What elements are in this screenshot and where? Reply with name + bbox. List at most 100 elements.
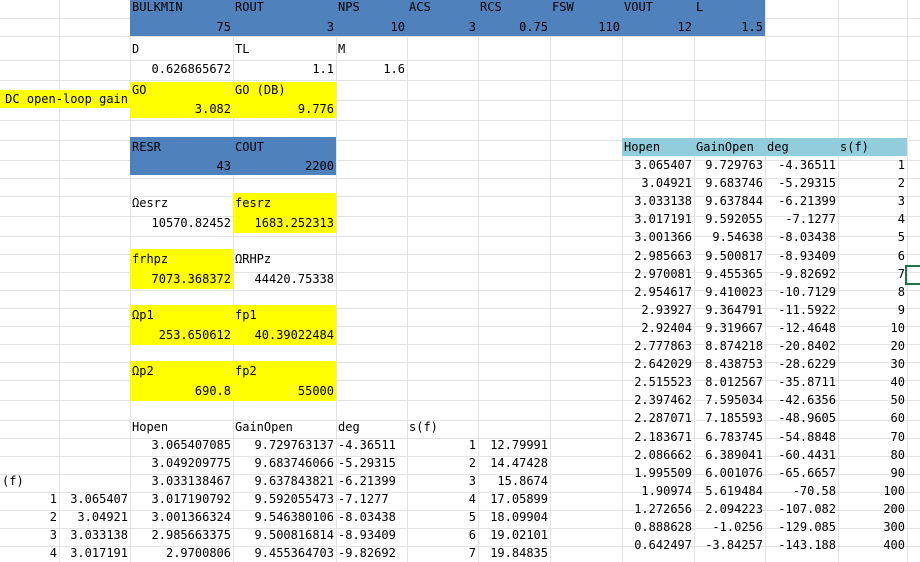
lt-value[interactable]: 3.04921 [59, 508, 130, 526]
lt-index[interactable]: 1 [0, 490, 59, 508]
rt-gainopen[interactable]: -1.0256 [694, 518, 765, 536]
rt-gainopen[interactable]: 9.319667 [694, 319, 765, 337]
rt-hopen[interactable]: 2.970081 [622, 265, 694, 283]
value-omega-esrz[interactable]: 10570.82452 [130, 213, 233, 233]
rt-hopen[interactable]: 2.397462 [622, 391, 694, 409]
rt-s[interactable]: 50 [838, 391, 907, 409]
rt-s[interactable]: 30 [838, 355, 907, 373]
label-go[interactable]: GO [130, 82, 233, 100]
value-frhpz[interactable]: 7073.368372 [130, 269, 233, 289]
rt-gainopen[interactable]: 9.410023 [694, 283, 765, 301]
rt-gainopen[interactable]: 9.592055 [694, 210, 765, 228]
label-tl[interactable]: TL [233, 42, 336, 60]
rt-s[interactable]: 3 [838, 192, 907, 210]
rt-s[interactable]: 40 [838, 373, 907, 391]
label-go-db[interactable]: GO (DB) [233, 82, 336, 100]
rt-s[interactable]: 5 [838, 228, 907, 246]
rt-gainopen[interactable]: 9.729763 [694, 156, 765, 174]
rt-deg[interactable]: -20.8402 [765, 337, 838, 355]
bt-header-sf[interactable]: s(f) [407, 418, 478, 436]
label-omega-p2[interactable]: Ωp2 [130, 361, 233, 381]
bt-header-gainopen[interactable]: GainOpen [233, 418, 336, 436]
label-fp1[interactable]: fp1 [233, 305, 336, 325]
label-frhpz[interactable]: frhpz [130, 249, 233, 269]
rt-s[interactable]: 7 [838, 265, 907, 283]
bt-hopen[interactable]: 3.065407085 [130, 436, 233, 454]
spreadsheet-grid[interactable]: BULKMIN 75 ROUT 3 NPS 10 ACS 3 RCS 0.75 FSW 110 VOUT… [0, 0, 920, 562]
rt-gainopen[interactable]: 9.500817 [694, 247, 765, 265]
rt-gainopen[interactable]: 6.001076 [694, 464, 765, 482]
rt-s[interactable]: 60 [838, 409, 907, 427]
rt-deg[interactable]: -10.7129 [765, 283, 838, 301]
gain-title[interactable]: DC open-loop gain [0, 90, 130, 108]
bt-deg[interactable]: -8.03438 [336, 508, 407, 526]
rt-gainopen[interactable]: 6.783745 [694, 428, 765, 446]
rt-s[interactable]: 100 [838, 482, 907, 500]
rt-deg[interactable]: -5.29315 [765, 174, 838, 192]
header-cell-bulkmin[interactable]: BULKMIN [130, 0, 233, 18]
rt-gainopen[interactable]: 7.185593 [694, 409, 765, 427]
value-fp2[interactable]: 55000 [233, 381, 336, 401]
rt-deg[interactable]: -28.6229 [765, 355, 838, 373]
value-fesrz[interactable]: 1683.252313 [233, 213, 336, 233]
value-tl[interactable]: 1.1 [233, 60, 336, 78]
rt-gainopen[interactable]: 9.455365 [694, 265, 765, 283]
rt-hopen[interactable]: 2.287071 [622, 409, 694, 427]
rt-deg[interactable]: -48.9605 [765, 409, 838, 427]
rt-gainopen[interactable]: 9.364791 [694, 301, 765, 319]
header-cell-rout[interactable]: ROUT [233, 0, 336, 18]
rt-hopen[interactable]: 2.515523 [622, 373, 694, 391]
bt-hopen[interactable]: 2.9700806 [130, 544, 233, 562]
rt-gainopen[interactable]: 7.595034 [694, 391, 765, 409]
bt-hopen[interactable]: 3.049209775 [130, 454, 233, 472]
value-cell-nps[interactable]: 10 [336, 18, 407, 36]
value-cout[interactable]: 2200 [233, 157, 336, 175]
rt-deg[interactable]: -6.21399 [765, 192, 838, 210]
lt-header[interactable]: (f) [0, 472, 59, 490]
label-fp2[interactable]: fp2 [233, 361, 336, 381]
bt-deg[interactable]: -8.93409 [336, 526, 407, 544]
rt-gainopen[interactable]: 9.54638 [694, 228, 765, 246]
rt-hopen[interactable]: 0.888628 [622, 518, 694, 536]
rt-hopen[interactable]: 1.995509 [622, 464, 694, 482]
rt-s[interactable]: 2 [838, 174, 907, 192]
bt-gainopen[interactable]: 9.455364703 [233, 544, 336, 562]
bt-deg[interactable]: -5.29315 [336, 454, 407, 472]
value-omega-rhpz[interactable]: 44420.75338 [233, 269, 336, 289]
rt-hopen[interactable]: 2.086662 [622, 446, 694, 464]
rt-s[interactable]: 1 [838, 156, 907, 174]
bt-extra[interactable]: 17.05899 [478, 490, 550, 508]
bt-gainopen[interactable]: 9.546380106 [233, 508, 336, 526]
bt-s[interactable]: 2 [407, 454, 478, 472]
value-d[interactable]: 0.626865672 [130, 60, 233, 78]
bt-gainopen[interactable]: 9.592055473 [233, 490, 336, 508]
bt-gainopen[interactable]: 9.729763137 [233, 436, 336, 454]
value-go[interactable]: 3.082 [130, 100, 233, 118]
rt-deg[interactable]: -35.8711 [765, 373, 838, 391]
rt-hopen[interactable]: 3.065407 [622, 156, 694, 174]
rt-s[interactable]: 90 [838, 464, 907, 482]
rt-s[interactable]: 8 [838, 283, 907, 301]
label-fesrz[interactable]: fesrz [233, 193, 336, 213]
rt-s[interactable]: 300 [838, 518, 907, 536]
bt-s[interactable]: 1 [407, 436, 478, 454]
rt-hopen[interactable]: 2.954617 [622, 283, 694, 301]
rt-deg[interactable]: -129.085 [765, 518, 838, 536]
value-cell-fsw[interactable]: 110 [550, 18, 622, 36]
bt-gainopen[interactable]: 9.637843821 [233, 472, 336, 490]
rt-hopen[interactable]: 2.93927 [622, 301, 694, 319]
rt-hopen[interactable]: 0.642497 [622, 536, 694, 554]
rt-header-sf[interactable]: s(f) [838, 138, 907, 156]
rt-deg[interactable]: -8.03438 [765, 228, 838, 246]
rt-deg[interactable]: -65.6657 [765, 464, 838, 482]
bt-extra[interactable]: 18.09904 [478, 508, 550, 526]
header-cell-l[interactable]: L [694, 0, 765, 18]
rt-deg[interactable]: -60.4431 [765, 446, 838, 464]
bt-extra[interactable]: 19.84835 [478, 544, 550, 562]
bt-gainopen[interactable]: 9.683746066 [233, 454, 336, 472]
bt-extra[interactable]: 12.79991 [478, 436, 550, 454]
rt-deg[interactable]: -9.82692 [765, 265, 838, 283]
cell-selection[interactable] [905, 264, 920, 285]
label-omega-p1[interactable]: Ωp1 [130, 305, 233, 325]
rt-header-hopen[interactable]: Hopen [622, 138, 694, 156]
